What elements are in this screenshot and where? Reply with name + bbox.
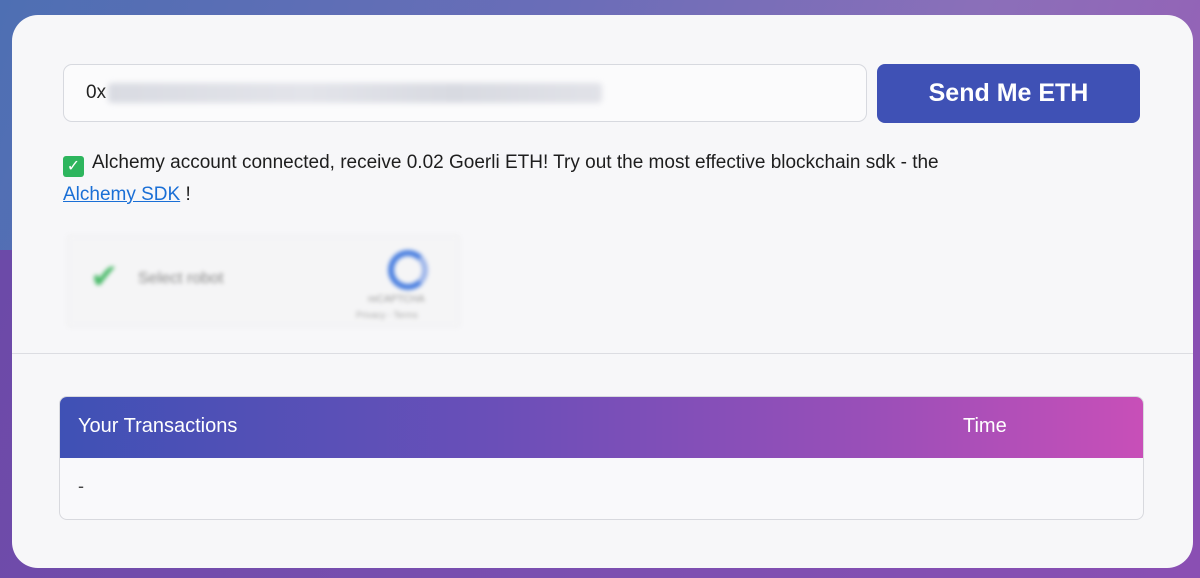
captcha-brand: reCAPTCHA xyxy=(368,294,425,305)
connection-status: ✓ Alchemy account connected, receive 0.02… xyxy=(63,147,1143,211)
transactions-table-header: Your Transactions Time xyxy=(60,397,1143,458)
recaptcha-logo-icon xyxy=(388,250,428,290)
checkmark-icon: ✓ xyxy=(63,156,84,177)
captcha-label: Select robot xyxy=(138,270,224,287)
wallet-address-input[interactable]: 0x xyxy=(63,64,867,122)
status-message: Alchemy account connected, receive 0.02 … xyxy=(92,152,939,173)
transactions-table: Your Transactions Time - xyxy=(59,396,1144,520)
table-row: - xyxy=(60,458,1143,519)
section-divider xyxy=(12,353,1193,354)
redacted-address xyxy=(108,83,603,103)
faucet-card: 0x Send Me ETH ✓ Alchemy account connecte… xyxy=(12,15,1193,568)
status-suffix: ! xyxy=(180,184,191,205)
transaction-cell: - xyxy=(78,476,84,496)
alchemy-sdk-link[interactable]: Alchemy SDK xyxy=(63,184,180,205)
column-header-time: Time xyxy=(963,415,1007,437)
column-header-transactions: Your Transactions xyxy=(78,415,238,437)
captcha-checkmark-icon[interactable]: ✔ xyxy=(90,260,119,294)
captcha-terms: Privacy - Terms xyxy=(356,310,418,320)
send-eth-button[interactable]: Send Me ETH xyxy=(877,64,1140,123)
address-prefix: 0x xyxy=(86,82,107,103)
captcha-widget[interactable]: ✔ Select robot reCAPTCHA Privacy - Terms xyxy=(67,235,460,327)
